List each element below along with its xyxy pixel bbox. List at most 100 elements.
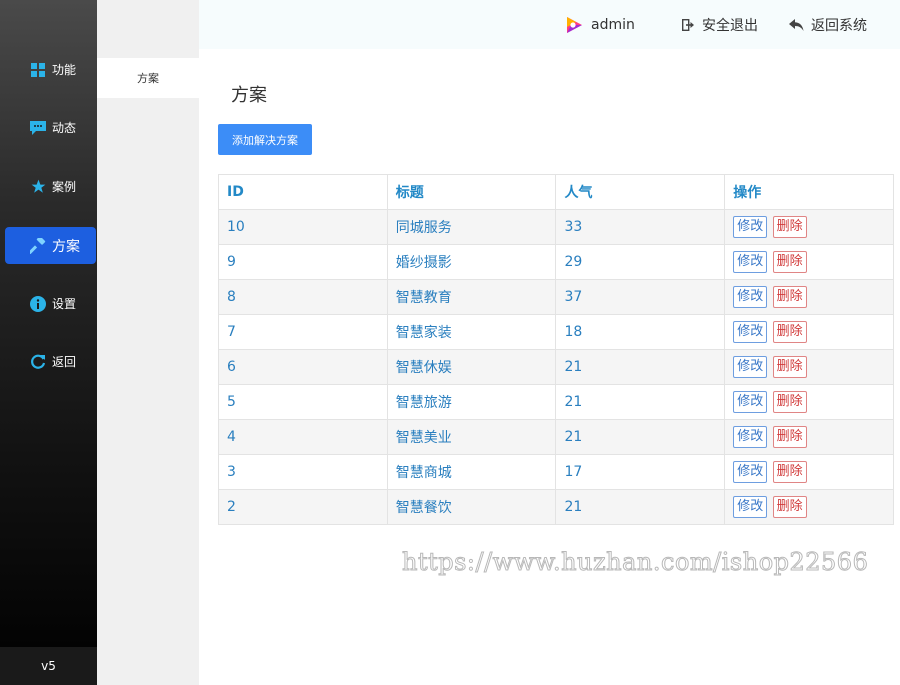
cell-title[interactable]: 智慧家装 xyxy=(386,314,557,350)
edit-button[interactable]: 修改 xyxy=(733,496,768,518)
cell-title[interactable]: 智慧休娱 xyxy=(386,349,557,385)
cell-popularity: 29 xyxy=(555,244,726,280)
delete-button[interactable]: 删除 xyxy=(772,461,807,483)
cell-actions: 修改 删除 xyxy=(724,419,894,455)
column-header-title: 标题 xyxy=(386,174,557,210)
user-menu[interactable]: admin xyxy=(565,0,635,49)
cell-id: 8 xyxy=(218,279,388,315)
topbar: admin 安全退出 返回系统 xyxy=(199,0,900,49)
star-icon xyxy=(30,179,46,195)
cell-id: 2 xyxy=(218,489,388,525)
edit-button[interactable]: 修改 xyxy=(733,356,768,378)
cell-title[interactable]: 智慧教育 xyxy=(386,279,557,315)
table-row: 3 智慧商城 17 修改 删除 xyxy=(218,454,894,490)
delete-button[interactable]: 删除 xyxy=(772,496,807,518)
edit-button[interactable]: 修改 xyxy=(733,426,768,448)
username: admin xyxy=(591,16,635,33)
table-header-row: ID 标题 人气 操作 xyxy=(218,174,894,210)
cell-actions: 修改 删除 xyxy=(724,244,894,280)
table-row: 6 智慧休娱 21 修改 删除 xyxy=(218,349,894,385)
cell-title[interactable]: 智慧旅游 xyxy=(386,384,557,420)
column-header-popularity: 人气 xyxy=(555,174,726,210)
cell-id: 5 xyxy=(218,384,388,420)
sidebar-item-label: 设置 xyxy=(52,297,77,311)
sidebar-item-label: 案例 xyxy=(52,180,77,194)
table-row: 4 智慧美业 21 修改 删除 xyxy=(218,419,894,455)
sidebar-item-label: 方案 xyxy=(52,238,80,255)
logo-icon xyxy=(565,16,584,34)
cell-popularity: 37 xyxy=(555,279,726,315)
cell-actions: 修改 删除 xyxy=(724,314,894,350)
back-label: 返回系统 xyxy=(811,17,867,34)
cell-title[interactable]: 智慧餐饮 xyxy=(386,489,557,525)
cell-id: 10 xyxy=(218,209,388,245)
cell-id: 7 xyxy=(218,314,388,350)
subnav: 方案 xyxy=(97,0,199,685)
sidebar-item-return[interactable]: 返回 xyxy=(5,343,96,380)
sidebar: 功能 动态 案例 方案 设置 返回 v5 xyxy=(0,0,97,685)
sidebar-item-news[interactable]: 动态 xyxy=(5,109,96,146)
delete-button[interactable]: 删除 xyxy=(772,356,807,378)
table-row: 7 智慧家装 18 修改 删除 xyxy=(218,314,894,350)
edit-button[interactable]: 修改 xyxy=(733,321,768,343)
delete-button[interactable]: 删除 xyxy=(772,216,807,238)
delete-button[interactable]: 删除 xyxy=(772,321,807,343)
cell-popularity: 21 xyxy=(555,349,726,385)
cell-title[interactable]: 婚纱摄影 xyxy=(386,244,557,280)
delete-button[interactable]: 删除 xyxy=(772,426,807,448)
grid-icon xyxy=(30,62,46,78)
cell-actions: 修改 删除 xyxy=(724,489,894,525)
cell-popularity: 21 xyxy=(555,489,726,525)
cell-title[interactable]: 智慧商城 xyxy=(386,454,557,490)
edit-button[interactable]: 修改 xyxy=(733,461,768,483)
cell-id: 6 xyxy=(218,349,388,385)
reply-arrow-icon xyxy=(789,18,804,31)
table-row: 5 智慧旅游 21 修改 删除 xyxy=(218,384,894,420)
cell-id: 9 xyxy=(218,244,388,280)
edit-button[interactable]: 修改 xyxy=(733,391,768,413)
sidebar-item-label: 返回 xyxy=(52,355,77,369)
cell-popularity: 33 xyxy=(555,209,726,245)
add-solution-button[interactable]: 添加解决方案 xyxy=(218,124,312,155)
table-row: 10 同城服务 33 修改 删除 xyxy=(218,209,894,245)
column-header-actions: 操作 xyxy=(724,174,894,210)
cell-actions: 修改 删除 xyxy=(724,454,894,490)
delete-button[interactable]: 删除 xyxy=(772,251,807,273)
column-header-id: ID xyxy=(218,174,388,210)
cell-actions: 修改 删除 xyxy=(724,384,894,420)
main-content: 方案 添加解决方案 ID 标题 人气 操作 10 同城服务 33 修改 删除 9… xyxy=(199,49,900,685)
sidebar-item-settings[interactable]: 设置 xyxy=(5,285,96,322)
cell-popularity: 18 xyxy=(555,314,726,350)
version-label: v5 xyxy=(0,647,97,685)
hammer-icon xyxy=(30,237,46,254)
subnav-item-solutions[interactable]: 方案 xyxy=(97,58,199,98)
chat-icon xyxy=(30,120,46,136)
edit-button[interactable]: 修改 xyxy=(733,251,768,273)
sidebar-item-label: 功能 xyxy=(52,63,77,77)
table-row: 2 智慧餐饮 21 修改 删除 xyxy=(218,489,894,525)
edit-button[interactable]: 修改 xyxy=(733,286,768,308)
sidebar-item-label: 动态 xyxy=(52,121,77,135)
sidebar-item-solutions[interactable]: 方案 xyxy=(5,227,96,264)
delete-button[interactable]: 删除 xyxy=(772,391,807,413)
cell-popularity: 21 xyxy=(555,384,726,420)
back-to-system-button[interactable]: 返回系统 xyxy=(789,0,867,49)
cell-id: 4 xyxy=(218,419,388,455)
sidebar-item-functions[interactable]: 功能 xyxy=(5,51,96,88)
cell-id: 3 xyxy=(218,454,388,490)
cell-title[interactable]: 智慧美业 xyxy=(386,419,557,455)
cell-popularity: 21 xyxy=(555,419,726,455)
cell-actions: 修改 删除 xyxy=(724,279,894,315)
logout-label: 安全退出 xyxy=(702,17,758,34)
cell-title[interactable]: 同城服务 xyxy=(386,209,557,245)
sidebar-item-cases[interactable]: 案例 xyxy=(5,168,96,205)
delete-button[interactable]: 删除 xyxy=(772,286,807,308)
cell-actions: 修改 删除 xyxy=(724,209,894,245)
page-title: 方案 xyxy=(231,85,267,106)
logout-button[interactable]: 安全退出 xyxy=(682,0,758,49)
info-icon xyxy=(30,295,46,312)
table-row: 9 婚纱摄影 29 修改 删除 xyxy=(218,244,894,280)
logout-icon xyxy=(682,18,695,31)
refresh-icon xyxy=(30,354,46,370)
edit-button[interactable]: 修改 xyxy=(733,216,768,238)
